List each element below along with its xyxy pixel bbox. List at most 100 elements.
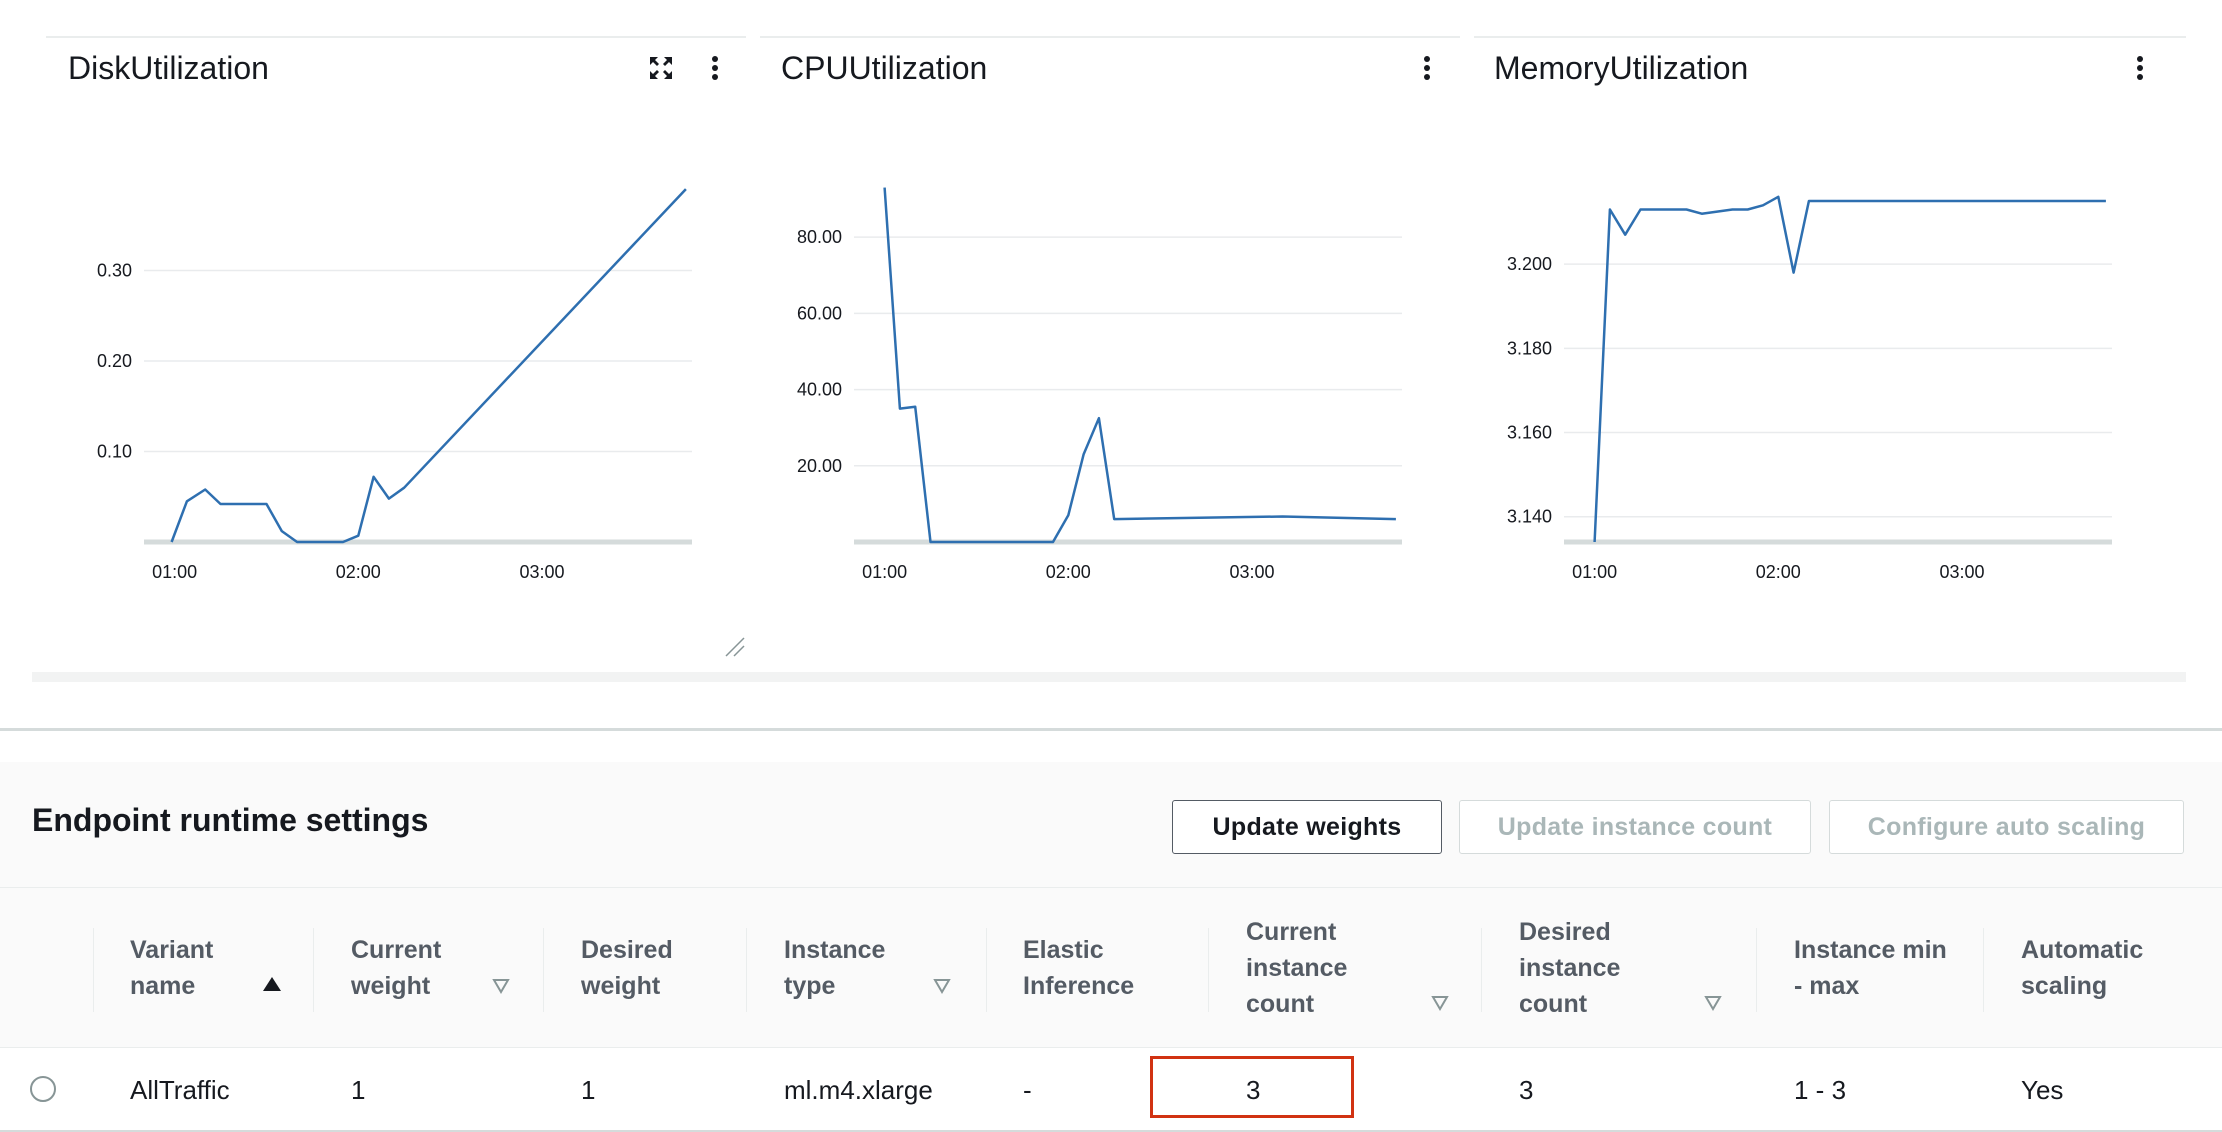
x-tick-label: 01:00 bbox=[862, 562, 907, 582]
metrics-panel: DiskUtilization CPUUtilization MemoryUti… bbox=[0, 0, 2222, 730]
column-separator bbox=[313, 928, 314, 1012]
y-tick-label: 0.30 bbox=[97, 261, 132, 281]
column-header-line: Instance bbox=[784, 936, 886, 964]
column-header-instance-min-max: Instance min - max bbox=[1794, 888, 1947, 1048]
column-header-line: Desired bbox=[581, 936, 673, 964]
column-separator bbox=[1208, 928, 1209, 1012]
x-tick-label: 03:00 bbox=[1939, 562, 1984, 582]
column-header-instance-type[interactable]: Instance type bbox=[784, 888, 885, 1048]
disk-utilization-chart: 0.30 0.20 0.10 01:00 02:00 03:00 bbox=[97, 188, 692, 582]
row-select-radio[interactable] bbox=[30, 1076, 56, 1102]
widget-menu-icon[interactable] bbox=[2135, 56, 2145, 80]
sort-ascending-icon[interactable] bbox=[262, 976, 282, 992]
column-separator bbox=[1983, 928, 1984, 1012]
column-separator bbox=[1481, 928, 1482, 1012]
resize-handle-icon[interactable] bbox=[724, 636, 746, 658]
column-header-line: scaling bbox=[2021, 972, 2108, 1000]
column-header-line: instance bbox=[1519, 954, 1621, 982]
column-header-line: - max bbox=[1794, 972, 1860, 1000]
column-header-line: Current bbox=[1246, 918, 1337, 946]
x-tick-label: 02:00 bbox=[336, 562, 381, 582]
table-row[interactable]: AllTraffic 1 1 ml.m4.xlarge - 3 3 1 - 3 … bbox=[0, 1048, 2222, 1132]
y-tick-label: 3.200 bbox=[1507, 254, 1552, 274]
runtime-header: Endpoint runtime settings Update weights… bbox=[0, 762, 2222, 888]
expand-icon[interactable] bbox=[647, 54, 675, 82]
widget-divider bbox=[760, 36, 1460, 38]
x-tick-label: 03:00 bbox=[1229, 562, 1274, 582]
column-header-line: weight bbox=[581, 972, 661, 1000]
column-header-line: Instance min bbox=[1794, 936, 1947, 964]
column-header-line: Automatic bbox=[2021, 936, 2144, 964]
widget-title-disk: DiskUtilization bbox=[68, 50, 269, 86]
cell-instance-min-max: 1 - 3 bbox=[1794, 1074, 1847, 1105]
x-tick-label: 01:00 bbox=[1572, 562, 1617, 582]
widget-divider bbox=[1474, 36, 2186, 38]
cell-elastic-inference: - bbox=[1023, 1074, 1032, 1105]
column-header-automatic-scaling: Automatic scaling bbox=[2021, 888, 2143, 1048]
series-line bbox=[883, 187, 1396, 544]
column-header-current-instance-count[interactable]: Current instance count bbox=[1246, 888, 1347, 1048]
widget-title-memory: MemoryUtilization bbox=[1494, 50, 1749, 86]
widget-menu-icon[interactable] bbox=[710, 56, 720, 80]
column-header-desired-instance-count[interactable]: Desired instance count bbox=[1519, 888, 1620, 1048]
column-header-line: Desired bbox=[1519, 918, 1611, 946]
column-header-line: count bbox=[1519, 990, 1588, 1018]
y-tick-label: 3.180 bbox=[1507, 338, 1552, 358]
column-header-elastic-inference: Elastic Inference bbox=[1023, 888, 1134, 1048]
column-separator bbox=[746, 928, 747, 1012]
sort-descending-icon[interactable] bbox=[1431, 995, 1449, 1011]
y-tick-label: 3.140 bbox=[1507, 507, 1552, 527]
column-header-variant-name[interactable]: Variant name bbox=[130, 888, 213, 1048]
runtime-title: Endpoint runtime settings bbox=[32, 802, 429, 838]
column-separator bbox=[93, 928, 94, 1012]
cell-desired-instance-count: 3 bbox=[1519, 1074, 1534, 1105]
column-header-line: instance bbox=[1246, 954, 1348, 982]
configure-auto-scaling-button[interactable]: Configure auto scaling bbox=[1829, 800, 2184, 854]
widget-menu-icon[interactable] bbox=[1422, 56, 1432, 80]
endpoint-runtime-settings: Endpoint runtime settings Update weights… bbox=[0, 762, 2222, 1132]
cell-current-instance-count: 3 bbox=[1246, 1074, 1261, 1105]
sort-descending-icon[interactable] bbox=[492, 978, 510, 994]
column-header-desired-weight: Desired weight bbox=[581, 888, 673, 1048]
sort-descending-icon[interactable] bbox=[1704, 995, 1722, 1011]
column-separator bbox=[986, 928, 987, 1012]
widget-divider bbox=[46, 36, 746, 38]
y-tick-label: 0.10 bbox=[97, 442, 132, 462]
sort-descending-icon[interactable] bbox=[933, 978, 951, 994]
column-separator bbox=[543, 928, 544, 1012]
y-tick-label: 80.00 bbox=[797, 227, 842, 247]
column-header-line: type bbox=[784, 972, 836, 1000]
x-tick-label: 03:00 bbox=[519, 562, 564, 582]
column-separator bbox=[1756, 928, 1757, 1012]
table-header: Variant name Current weight Desired weight … bbox=[0, 888, 2222, 1048]
column-header-line: Elastic bbox=[1023, 936, 1104, 964]
update-instance-count-button[interactable]: Update instance count bbox=[1459, 800, 1811, 854]
column-header-line: weight bbox=[351, 972, 431, 1000]
cell-desired-weight: 1 bbox=[581, 1074, 596, 1105]
y-tick-label: 3.160 bbox=[1507, 423, 1552, 443]
y-tick-label: 40.00 bbox=[797, 380, 842, 400]
series-line bbox=[170, 188, 687, 544]
column-header-line: Variant bbox=[130, 936, 214, 964]
cell-current-weight: 1 bbox=[351, 1074, 366, 1105]
cpu-utilization-chart: 80.00 60.00 40.00 20.00 01:00 02:00 03:00 bbox=[797, 187, 1402, 582]
column-header-line: Inference bbox=[1023, 972, 1135, 1000]
column-header-line: count bbox=[1246, 990, 1315, 1018]
cell-variant-name: AllTraffic bbox=[130, 1074, 230, 1105]
update-weights-button[interactable]: Update weights bbox=[1172, 800, 1442, 854]
y-tick-label: 0.20 bbox=[97, 351, 132, 371]
widget-footer-bar bbox=[32, 672, 2186, 682]
section-divider bbox=[0, 728, 2222, 731]
widget-title-cpu: CPUUtilization bbox=[781, 50, 988, 86]
x-tick-label: 01:00 bbox=[152, 562, 197, 582]
y-tick-label: 20.00 bbox=[797, 456, 842, 476]
column-header-current-weight[interactable]: Current weight bbox=[351, 888, 441, 1048]
series-line bbox=[1593, 195, 2106, 543]
x-tick-label: 02:00 bbox=[1046, 562, 1091, 582]
cell-instance-type: ml.m4.xlarge bbox=[784, 1074, 933, 1105]
y-tick-label: 60.00 bbox=[797, 303, 842, 323]
cell-automatic-scaling: Yes bbox=[2021, 1074, 2064, 1105]
column-header-line: Current bbox=[351, 936, 442, 964]
memory-utilization-chart: 3.200 3.180 3.160 3.140 01:00 02:00 03:00 bbox=[1507, 195, 2112, 582]
column-header-line: name bbox=[130, 972, 196, 1000]
